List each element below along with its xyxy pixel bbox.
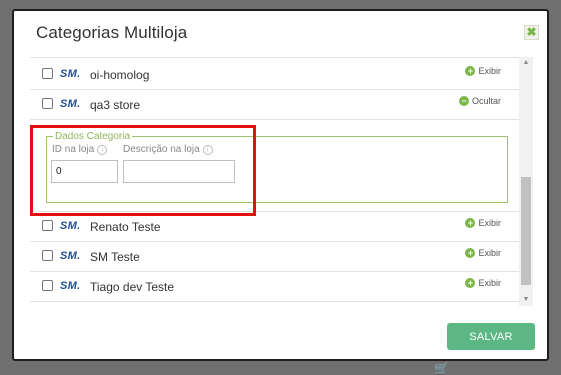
store-checkbox[interactable] (42, 98, 53, 109)
id-na-loja-label: ID na loja i (52, 144, 108, 155)
info-icon: i (97, 144, 108, 155)
store-row-renato-teste: SM. Renato Teste + Exibir (30, 212, 521, 242)
salvar-button[interactable]: SALVAR (447, 323, 535, 350)
descricao-na-loja-input[interactable] (123, 160, 235, 183)
sm-logo: SM. (60, 220, 81, 232)
id-na-loja-input[interactable] (51, 160, 118, 183)
toggle-label: Exibir (478, 66, 501, 76)
vertical-scrollbar[interactable]: ▲ ▼ (519, 57, 533, 306)
desc-label-text: Descrição na loja (123, 144, 200, 155)
sm-logo: SM. (60, 250, 81, 262)
toggle-label: Ocultar (471, 96, 501, 106)
store-row-tiago-dev-teste: SM. Tiago dev Teste + Exibir (30, 272, 521, 302)
store-name: qa3 store (90, 98, 141, 112)
id-label-text: ID na loja (52, 144, 95, 155)
toggle-button-exibir[interactable]: + Exibir (465, 278, 501, 288)
minus-circle-icon: − (458, 96, 469, 106)
scroll-up-icon[interactable]: ▲ (519, 57, 533, 69)
scrollbar-thumb[interactable] (521, 177, 531, 285)
scroll-down-icon[interactable]: ▼ (519, 294, 533, 306)
store-name: Renato Teste (90, 220, 161, 234)
category-details-panel: Dados Categoria ID na loja i Descrição n… (30, 120, 521, 212)
store-row-qa3-store: SM. qa3 store − Ocultar (30, 90, 521, 120)
sm-logo: SM. (60, 280, 81, 292)
store-name: Tiago dev Teste (90, 280, 175, 294)
fieldset-legend: Dados Categoria (55, 131, 131, 142)
info-icon: i (202, 144, 213, 155)
store-checkbox[interactable] (42, 220, 53, 231)
plus-circle-icon: + (465, 218, 476, 228)
toggle-button-exibir[interactable]: + Exibir (465, 218, 501, 228)
store-row-sm-teste: SM. SM Teste + Exibir (30, 242, 521, 272)
plus-circle-icon: + (465, 278, 476, 288)
sm-logo: SM. (60, 98, 81, 110)
store-row-oi-homolog: SM. oi-homolog + Exibir (30, 60, 521, 90)
store-list: SM. oi-homolog + Exibir SM. qa3 store − … (30, 57, 521, 310)
plus-circle-icon: + (465, 248, 476, 258)
dialog-title: Categorias Multiloja (36, 23, 188, 42)
categorias-multiloja-dialog: Categorias Multiloja ✖ SM. oi-homolog + … (12, 9, 549, 361)
sm-logo: SM. (60, 68, 81, 80)
descricao-na-loja-label: Descrição na loja i (123, 144, 213, 155)
toggle-label: Exibir (478, 248, 501, 258)
close-icon[interactable]: ✖ (524, 25, 539, 40)
store-name: SM Teste (90, 250, 140, 264)
toggle-label: Exibir (478, 278, 501, 288)
toggle-button-exibir[interactable]: + Exibir (465, 66, 501, 76)
toggle-button-ocultar[interactable]: − Ocultar (458, 96, 501, 106)
plus-circle-icon: + (465, 66, 476, 76)
toggle-button-exibir[interactable]: + Exibir (465, 248, 501, 258)
store-checkbox[interactable] (42, 250, 53, 261)
store-name: oi-homolog (90, 68, 150, 82)
toggle-label: Exibir (478, 218, 501, 228)
store-checkbox[interactable] (42, 280, 53, 291)
store-checkbox[interactable] (42, 68, 53, 79)
